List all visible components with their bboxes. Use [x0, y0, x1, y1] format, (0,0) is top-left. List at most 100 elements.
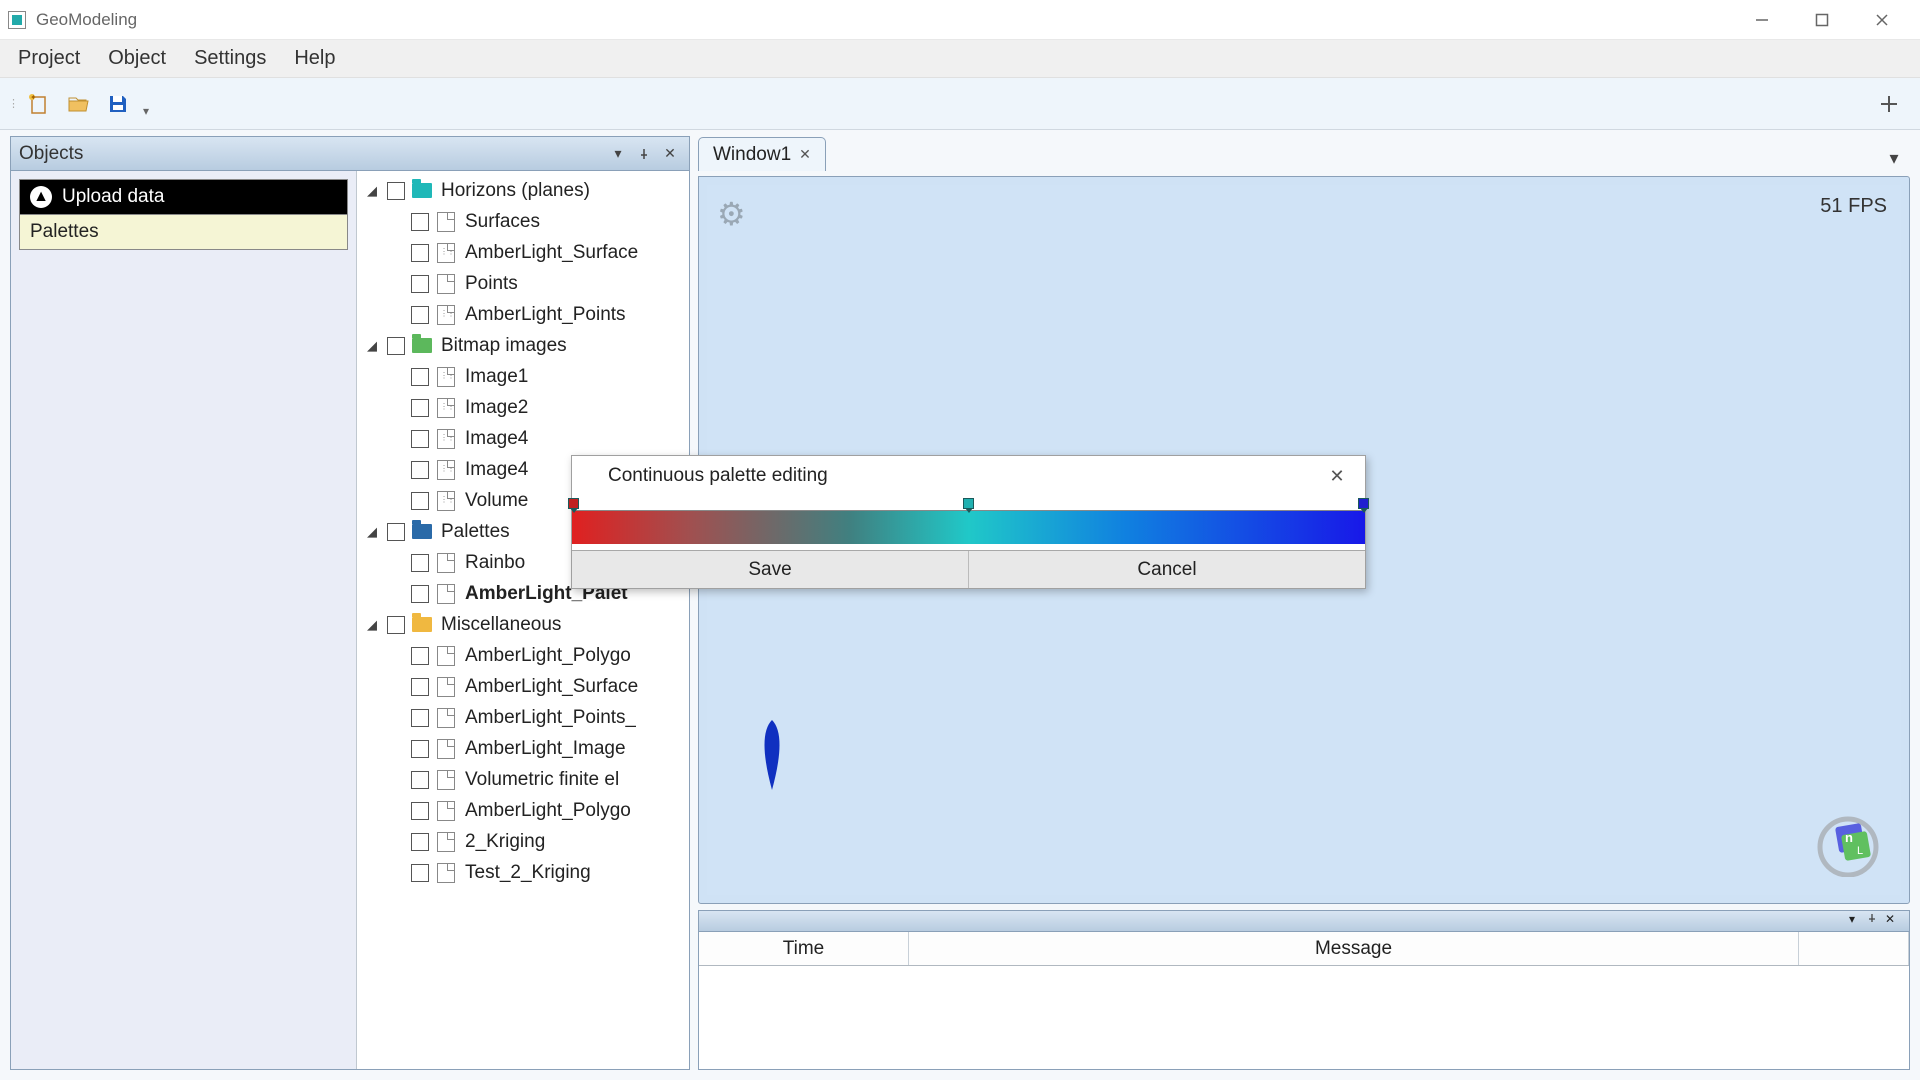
tree-item[interactable]: Volumetric finite el	[357, 764, 689, 795]
menu-object[interactable]: Object	[94, 41, 180, 76]
log-close-icon[interactable]: ✕	[1885, 912, 1903, 930]
tree-checkbox[interactable]	[411, 647, 429, 665]
tree-checkbox[interactable]	[411, 244, 429, 262]
tree-group[interactable]: ◢ Bitmap images	[357, 330, 689, 361]
tree-checkbox[interactable]	[411, 554, 429, 572]
tree-item[interactable]: AmberLight_Polygo	[357, 795, 689, 826]
close-button[interactable]	[1852, 1, 1912, 39]
tree-checkbox[interactable]	[411, 275, 429, 293]
tree-item-label: AmberLight_Polygo	[465, 800, 631, 822]
gradient-handle-left[interactable]	[568, 498, 579, 509]
axis-gizmo[interactable]: n L	[1813, 807, 1883, 877]
dialog-app-icon	[582, 468, 598, 484]
tree-item[interactable]: Image2	[357, 392, 689, 423]
objects-panel-header: Objects ▾ ✕	[11, 137, 689, 171]
file-icon	[435, 367, 457, 387]
tree-item[interactable]: Image1	[357, 361, 689, 392]
tree-item[interactable]: AmberLight_Surface	[357, 671, 689, 702]
tab-window1[interactable]: Window1 ✕	[698, 137, 826, 171]
tree-checkbox[interactable]	[387, 182, 405, 200]
open-file-button[interactable]	[61, 87, 95, 121]
tree-checkbox[interactable]	[387, 616, 405, 634]
tree-checkbox[interactable]	[411, 213, 429, 231]
tree-checkbox[interactable]	[411, 678, 429, 696]
log-menu-icon[interactable]: ▾	[1849, 912, 1867, 930]
gradient-editor[interactable]	[572, 496, 1365, 550]
menu-project[interactable]: Project	[4, 41, 94, 76]
menu-settings[interactable]: Settings	[180, 41, 280, 76]
tree-checkbox[interactable]	[387, 523, 405, 541]
gradient-handle-right[interactable]	[1358, 498, 1369, 509]
add-button[interactable]	[1872, 87, 1906, 121]
gradient-handle-mid[interactable]	[963, 498, 974, 509]
dialog-save-button[interactable]: Save	[572, 551, 969, 588]
tree-item[interactable]: AmberLight_Polygo	[357, 640, 689, 671]
tree-item-label: Image4	[465, 459, 528, 481]
panel-close-icon[interactable]: ✕	[659, 143, 681, 165]
tree-item-label: AmberLight_Image	[465, 738, 626, 760]
tree-item[interactable]: Surfaces	[357, 206, 689, 237]
upload-icon: ▲	[30, 186, 52, 208]
tree-item[interactable]: Image4	[357, 423, 689, 454]
sidebar-item-upload[interactable]: ▲ Upload data	[19, 179, 348, 215]
svg-text:L: L	[1857, 845, 1863, 857]
tree-checkbox[interactable]	[411, 864, 429, 882]
tree-checkbox[interactable]	[411, 399, 429, 417]
file-icon	[435, 739, 457, 759]
tree-group[interactable]: ◢ Miscellaneous	[357, 609, 689, 640]
save-button[interactable]	[101, 87, 135, 121]
tree-checkbox[interactable]	[411, 771, 429, 789]
new-file-button[interactable]: ✦	[21, 87, 55, 121]
log-pin-icon[interactable]	[1867, 912, 1885, 930]
folder-icon	[411, 181, 433, 201]
side-list: ▲ Upload data Palettes	[11, 171, 356, 1069]
tree-item[interactable]: AmberLight_Surface	[357, 237, 689, 268]
panel-menu-icon[interactable]: ▾	[607, 143, 629, 165]
toolbar-overflow[interactable]: ▾	[143, 104, 149, 118]
tree-checkbox[interactable]	[411, 461, 429, 479]
tree-checkbox[interactable]	[411, 492, 429, 510]
tree-item-label: 2_Kriging	[465, 831, 545, 853]
tree-item-label: Points	[465, 273, 518, 295]
tree-checkbox[interactable]	[411, 306, 429, 324]
tree-checkbox[interactable]	[411, 802, 429, 820]
tabstrip-menu-icon[interactable]: ▾	[1882, 146, 1906, 170]
tab-close-icon[interactable]: ✕	[799, 146, 811, 163]
app-icon	[8, 11, 26, 29]
maximize-button[interactable]	[1792, 1, 1852, 39]
tree-toggle-icon[interactable]: ◢	[363, 338, 381, 354]
gear-icon[interactable]: ⚙	[717, 195, 746, 233]
tree-toggle-icon[interactable]: ◢	[363, 183, 381, 199]
tree-toggle-icon[interactable]: ◢	[363, 524, 381, 540]
sidebar-item-palettes[interactable]: Palettes	[19, 215, 348, 250]
dialog-title: Continuous palette editing	[608, 465, 828, 487]
folder-icon	[411, 522, 433, 542]
dialog-cancel-button[interactable]: Cancel	[969, 551, 1365, 588]
log-col-time[interactable]: Time	[699, 932, 909, 965]
minimize-button[interactable]	[1732, 1, 1792, 39]
tree-item[interactable]: Test_2_Kriging	[357, 857, 689, 888]
dialog-titlebar[interactable]: Continuous palette editing ✕	[572, 456, 1365, 496]
panel-pin-icon[interactable]	[633, 143, 655, 165]
tree-checkbox[interactable]	[411, 740, 429, 758]
file-icon	[435, 212, 457, 232]
gradient-bar[interactable]	[572, 510, 1365, 544]
tree-toggle-icon[interactable]: ◢	[363, 617, 381, 633]
tree-checkbox[interactable]	[411, 833, 429, 851]
tree-item[interactable]: AmberLight_Image	[357, 733, 689, 764]
tree-item[interactable]: Points	[357, 268, 689, 299]
tree-checkbox[interactable]	[411, 585, 429, 603]
tree-item[interactable]: AmberLight_Points	[357, 299, 689, 330]
tree-checkbox[interactable]	[411, 709, 429, 727]
tree-item-label: Image4	[465, 428, 528, 450]
dialog-close-button[interactable]: ✕	[1319, 458, 1355, 494]
log-col-message[interactable]: Message	[909, 932, 1799, 965]
tree-checkbox[interactable]	[387, 337, 405, 355]
menu-help[interactable]: Help	[280, 41, 349, 76]
tree-checkbox[interactable]	[411, 430, 429, 448]
tree-item[interactable]: AmberLight_Points_	[357, 702, 689, 733]
tree-group[interactable]: ◢ Horizons (planes)	[357, 175, 689, 206]
file-icon	[435, 584, 457, 604]
tree-item[interactable]: 2_Kriging	[357, 826, 689, 857]
tree-checkbox[interactable]	[411, 368, 429, 386]
